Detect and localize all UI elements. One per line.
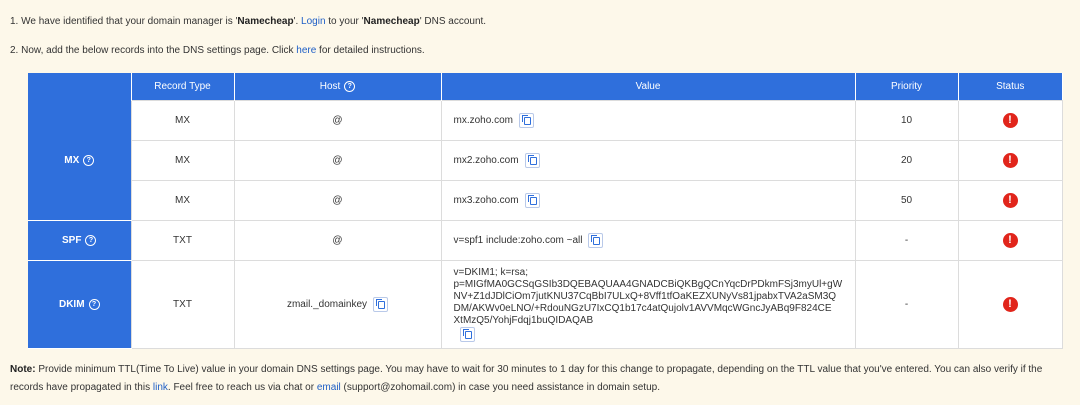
step1-prefix: 1. We have identified that your domain m… [10, 16, 238, 27]
table-row: MX? MX @ mx.zoho.com 10 ! [28, 100, 1063, 221]
host-cell: zmail._domainkey [233, 260, 442, 349]
table-row: MX @ mx2.zoho.com 20 ! [28, 140, 1063, 181]
error-alert-icon[interactable]: ! [1002, 153, 1018, 168]
error-alert-icon[interactable]: ! [1002, 233, 1018, 248]
step1-mid: '. [293, 16, 302, 27]
ttl-note: Note: Provide minimum TTL(Time To Live) … [10, 361, 1072, 397]
header-host-label: Host [319, 81, 341, 93]
host-value: zmail._domainkey [286, 299, 368, 311]
header-record-type: Record Type [131, 73, 235, 101]
priority-cell: - [854, 220, 959, 261]
host-cell: @ [233, 180, 442, 221]
note-text-2: . Feel free to reach us via chat or [167, 382, 317, 393]
record-type-cell: MX [130, 100, 235, 141]
record-value: mx2.zoho.com [453, 155, 519, 167]
copy-icon[interactable] [373, 297, 389, 312]
record-type-cell: TXT [130, 260, 235, 349]
dns-records-table: Record Type Host? Value Priority Status … [28, 73, 1063, 349]
step-1-text: 1. We have identified that your domain m… [10, 16, 486, 27]
host-cell: @ [233, 100, 442, 141]
value-cell: v=spf1 include:zoho.com ~all [440, 220, 856, 261]
step2-suffix: for detailed instructions. [316, 45, 425, 56]
value-cell: v=DKIM1; k=rsa; p=MIGfMA0GCSqGSIb3DQEBAQ… [440, 260, 856, 349]
step2-prefix: 2. Now, add the below records into the D… [10, 45, 297, 56]
step1-to: to your ' [325, 16, 364, 27]
priority-cell: 20 [854, 140, 959, 181]
status-cell: ! [957, 140, 1063, 181]
copy-icon[interactable] [459, 327, 475, 342]
priority-cell: 50 [854, 180, 959, 221]
copy-icon[interactable] [518, 113, 534, 128]
verify-link[interactable]: link [153, 382, 168, 393]
note-label: Note: [10, 364, 36, 375]
copy-icon[interactable] [588, 233, 604, 248]
status-cell: ! [957, 180, 1063, 221]
value-cell: mx.zoho.com [440, 100, 856, 141]
copy-icon[interactable] [524, 153, 540, 168]
step-2-text: 2. Now, add the below records into the D… [10, 45, 425, 56]
help-circle-icon[interactable]: ? [344, 80, 356, 92]
record-type-cell: MX [130, 140, 235, 181]
priority-cell: 10 [854, 100, 959, 141]
record-type-cell: MX [130, 180, 235, 221]
domain-manager-name: Namecheap [237, 16, 294, 27]
table-header-row: Record Type Host? Value Priority Status [28, 73, 1062, 101]
record-value: mx3.zoho.com [453, 195, 519, 207]
record-value: mx.zoho.com [453, 115, 513, 127]
header-priority: Priority [855, 73, 959, 101]
header-host: Host? [234, 73, 442, 101]
priority-cell: - [854, 260, 959, 349]
host-cell: @ [233, 220, 442, 261]
error-alert-icon[interactable]: ! [1002, 297, 1018, 312]
status-cell: ! [957, 100, 1063, 141]
domain-manager-name-2: Namecheap [363, 16, 420, 27]
group-label-dkim: DKIM [58, 299, 85, 311]
value-cell: mx2.zoho.com [440, 140, 856, 181]
status-cell: ! [957, 260, 1063, 349]
error-alert-icon[interactable]: ! [1002, 193, 1018, 208]
help-circle-icon[interactable]: ? [88, 298, 100, 310]
table-row: MX @ mx3.zoho.com 50 ! [28, 180, 1063, 221]
step1-suffix: ' DNS account. [419, 16, 487, 27]
note-text-3: (support@zohomail.com) in case you need … [340, 382, 660, 393]
host-cell: @ [233, 140, 442, 181]
record-type-cell: TXT [130, 220, 235, 261]
error-alert-icon[interactable]: ! [1002, 113, 1018, 128]
group-cell-dkim: DKIM? [28, 260, 131, 349]
dkim-record-value: v=DKIM1; k=rsa; p=MIGfMA0GCSqGSIb3DQEBAQ… [453, 267, 843, 326]
help-circle-icon[interactable]: ? [85, 234, 97, 246]
group-label-spf: SPF [62, 235, 82, 247]
header-group [28, 73, 132, 101]
instructions-link[interactable]: here [296, 45, 316, 56]
login-link[interactable]: Login [301, 16, 325, 27]
group-label-mx: MX [64, 154, 80, 166]
table-row: DKIM? TXT zmail._domainkey v=DKIM1; k=rs… [28, 260, 1063, 349]
header-status: Status [958, 73, 1062, 101]
help-circle-icon[interactable]: ? [83, 154, 95, 166]
header-value: Value [441, 73, 856, 101]
email-link[interactable]: email [317, 382, 341, 393]
group-cell-mx: MX? [28, 100, 131, 221]
status-cell: ! [957, 220, 1063, 261]
copy-icon[interactable] [524, 193, 540, 208]
record-value: v=spf1 include:zoho.com ~all [453, 235, 583, 247]
table-row: SPF? TXT @ v=spf1 include:zoho.com ~all … [28, 220, 1063, 261]
group-cell-spf: SPF? [28, 220, 131, 261]
value-cell: mx3.zoho.com [440, 180, 856, 221]
